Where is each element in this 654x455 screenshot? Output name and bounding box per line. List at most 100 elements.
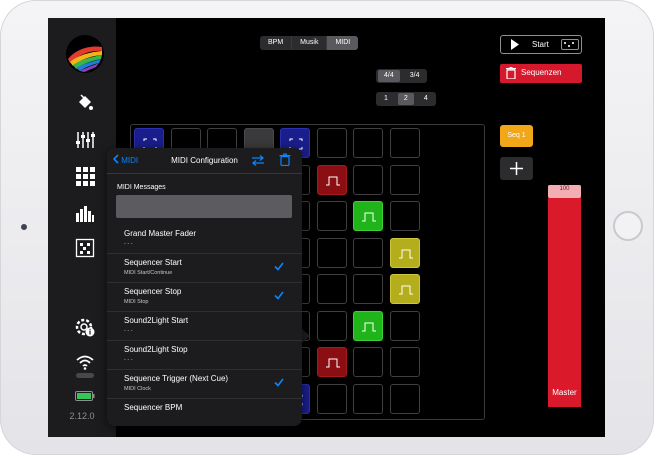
time-signature-3-4[interactable]: 3/4 <box>404 70 426 82</box>
midi-message-title: Sound2Light Start <box>124 316 189 325</box>
popover-header: MIDI MIDI Configuration <box>107 148 302 174</box>
midi-message-title: Sequencer BPM <box>124 403 183 412</box>
midi-messages-heading: MIDI Messages <box>117 184 166 191</box>
midi-message-subtitle: - - - <box>124 328 133 334</box>
equalizer-icon[interactable] <box>74 202 96 224</box>
bars-4[interactable]: 4 <box>418 93 434 105</box>
step-cell[interactable] <box>389 347 420 377</box>
bars-2[interactable]: 2 <box>397 93 414 105</box>
fader-fill <box>548 198 581 407</box>
midi-message-item[interactable]: Grand Master Fader - - - <box>107 224 302 254</box>
fader-handle[interactable]: 100 <box>548 185 581 198</box>
battery-icon <box>74 389 96 403</box>
step-pulse-icon <box>325 176 340 185</box>
step-pulse-icon <box>398 285 413 295</box>
step-cell[interactable] <box>353 237 383 268</box>
step-pulse-icon <box>325 358 340 368</box>
mode-tabs: BPM Musik MIDI <box>260 36 359 50</box>
grid-icon[interactable] <box>74 165 96 187</box>
sequence-chip[interactable]: Seq 1 <box>500 125 533 147</box>
midi-message-subtitle: MIDI Clock <box>124 386 151 392</box>
step-cell[interactable] <box>316 164 347 195</box>
midi-message-item[interactable]: Sound2Light Stop - - - <box>107 340 302 370</box>
sidebar: 2.12.0 <box>48 18 116 437</box>
step-cell[interactable] <box>353 128 383 158</box>
midi-message-item[interactable]: Sequencer BPM <box>107 398 302 426</box>
master-label: Master <box>552 388 577 397</box>
app-screen: 2.12.0 BPM Musik MIDI 4/4 3/4 1 2 4 Star… <box>48 18 605 437</box>
home-button[interactable] <box>613 211 643 241</box>
tab-midi[interactable]: MIDI <box>327 36 359 50</box>
sequence-mode-icon <box>561 39 579 50</box>
ipad-frame: 2.12.0 BPM Musik MIDI 4/4 3/4 1 2 4 Star… <box>0 0 654 455</box>
front-camera <box>21 224 27 230</box>
time-signature-selector: 4/4 3/4 <box>376 69 428 83</box>
step-cell[interactable] <box>353 274 383 304</box>
midi-config-popover: MIDI MIDI Configuration MIDI Messages Gr… <box>107 148 302 426</box>
status-pill <box>74 370 96 380</box>
step-cell[interactable] <box>389 237 420 268</box>
popover-title: MIDI Configuration <box>171 156 238 165</box>
step-cell[interactable] <box>316 237 347 268</box>
master-fader[interactable]: 100 <box>548 185 581 407</box>
sliders-icon[interactable] <box>74 129 96 151</box>
step-cell[interactable] <box>389 383 420 414</box>
tab-bpm[interactable]: BPM <box>260 36 293 50</box>
step-cell[interactable] <box>389 164 420 195</box>
time-signature-4-4[interactable]: 4/4 <box>378 70 400 82</box>
midi-message-title: Grand Master Fader <box>124 229 197 238</box>
start-label: Start <box>532 40 549 49</box>
step-pulse-icon <box>362 212 376 222</box>
midi-message-subtitle: - - - <box>124 241 133 247</box>
midi-message-input[interactable] <box>116 195 292 218</box>
step-cell[interactable] <box>353 310 383 341</box>
midi-message-title: Sequence Trigger (Next Cue) <box>124 374 229 383</box>
start-button[interactable]: Start <box>500 35 582 54</box>
checkmark-icon <box>274 262 284 271</box>
midi-message-subtitle: MIDI Stop <box>124 299 149 305</box>
step-cell[interactable] <box>389 128 420 158</box>
midi-message-item[interactable]: Sequencer Start MIDI Start/Continue <box>107 253 302 283</box>
bars-1[interactable]: 1 <box>378 93 394 105</box>
bars-selector: 1 2 4 <box>376 92 436 106</box>
paint-bucket-icon[interactable] <box>74 92 96 114</box>
step-cell[interactable] <box>316 128 347 158</box>
midi-message-title: Sequencer Stop <box>124 287 182 296</box>
step-cell[interactable] <box>389 201 420 231</box>
play-icon <box>511 39 519 50</box>
step-cell[interactable] <box>316 310 347 341</box>
step-pulse-icon <box>362 322 376 331</box>
step-cell[interactable] <box>389 274 420 304</box>
step-cell[interactable] <box>316 383 347 414</box>
swap-icon[interactable] <box>251 155 265 166</box>
step-cell[interactable] <box>353 383 383 414</box>
gear-info-icon[interactable] <box>74 317 96 339</box>
step-cell[interactable] <box>316 274 347 304</box>
plus-icon <box>510 162 523 175</box>
matrix-icon[interactable] <box>74 237 96 259</box>
midi-message-title: Sound2Light Stop <box>124 345 188 354</box>
checkmark-icon <box>274 378 284 387</box>
midi-message-item[interactable]: Sound2Light Start - - - <box>107 311 302 341</box>
add-sequence-button[interactable] <box>500 157 533 180</box>
tab-musik[interactable]: Musik <box>292 36 328 50</box>
popover-arrow <box>301 328 310 344</box>
step-pulse-icon <box>398 249 413 258</box>
midi-message-subtitle: - - - <box>124 357 133 363</box>
midi-message-item[interactable]: Sequence Trigger (Next Cue) MIDI Clock <box>107 369 302 399</box>
step-cell[interactable] <box>316 201 347 231</box>
step-cell[interactable] <box>389 310 420 341</box>
step-cell[interactable] <box>353 347 383 377</box>
app-logo[interactable] <box>66 35 104 73</box>
midi-message-subtitle: MIDI Start/Continue <box>124 270 173 276</box>
version-label: 2.12.0 <box>69 411 95 421</box>
step-cell[interactable] <box>353 164 383 195</box>
sequences-label: Sequenzen <box>521 68 562 77</box>
midi-message-item[interactable]: Sequencer Stop MIDI Stop <box>107 282 302 312</box>
sequences-button[interactable]: Sequenzen <box>500 64 582 83</box>
midi-message-title: Sequencer Start <box>124 258 182 267</box>
trash-icon[interactable] <box>279 153 291 166</box>
trash-icon <box>506 67 516 79</box>
step-cell[interactable] <box>316 347 347 377</box>
step-cell[interactable] <box>353 201 383 231</box>
